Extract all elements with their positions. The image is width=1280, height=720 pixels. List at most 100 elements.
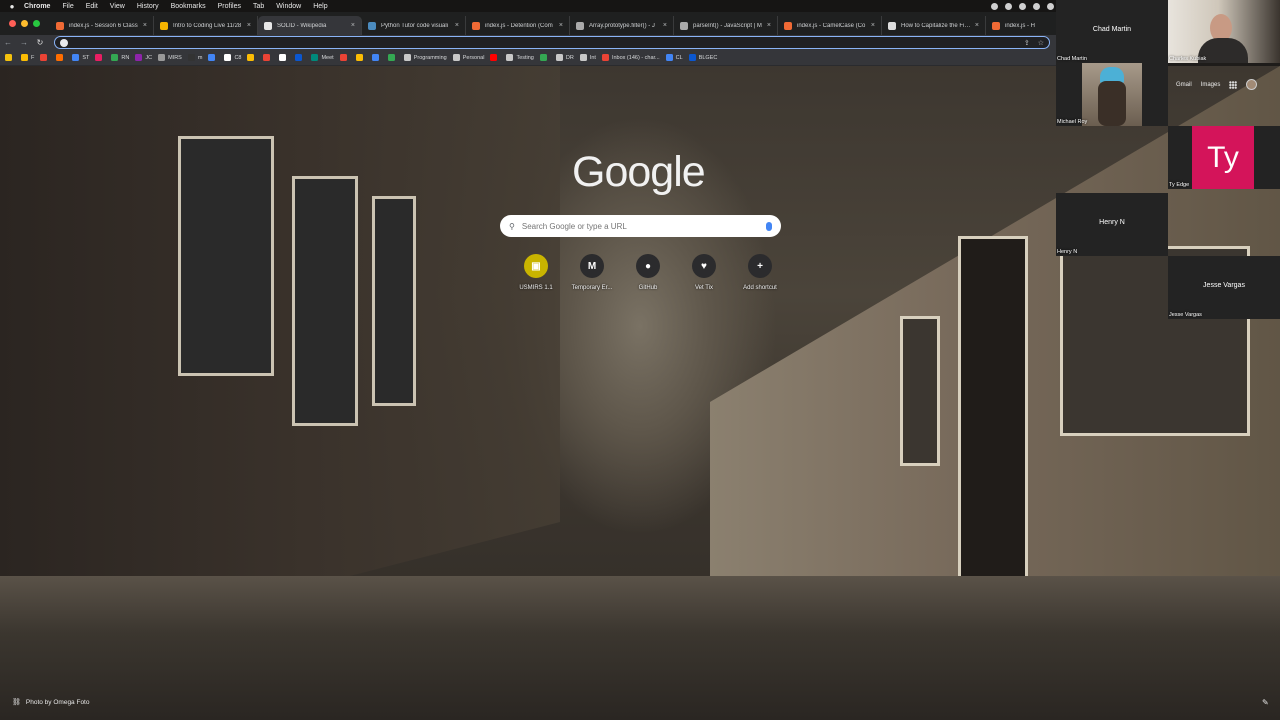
bookmark-item[interactable] <box>95 54 105 61</box>
minimize-window-icon[interactable] <box>21 20 28 27</box>
menu-help[interactable]: Help <box>313 3 327 10</box>
shortcut-tile[interactable]: ▣ USMIRS 1.1 <box>508 254 564 291</box>
bookmark-item[interactable]: m <box>187 54 202 61</box>
back-arrow-icon[interactable]: ← <box>0 38 16 47</box>
shortcut-tile[interactable]: ● GitHub <box>620 254 676 291</box>
tab-close-icon[interactable]: × <box>351 22 355 29</box>
bookmark-item[interactable] <box>539 54 550 61</box>
apple-icon[interactable]: ● <box>0 2 24 11</box>
photo-credit[interactable]: ⛓ Photo by Omega Foto <box>12 698 90 707</box>
menu-history[interactable]: History <box>137 3 159 10</box>
menu-app-name[interactable]: Chrome <box>24 3 50 10</box>
tab-close-icon[interactable]: × <box>975 22 979 29</box>
bookmark-item[interactable]: ST <box>72 54 89 61</box>
bookmark-favicon-icon <box>601 54 609 61</box>
bookmark-item[interactable]: Int <box>579 54 596 61</box>
bookmark-item[interactable]: C8 <box>224 54 241 61</box>
zoom-window-icon[interactable] <box>33 20 40 27</box>
menu-tab[interactable]: Tab <box>253 3 264 10</box>
bookmark-item[interactable]: JC <box>135 54 152 61</box>
images-link[interactable]: Images <box>1201 82 1221 88</box>
status-icon[interactable] <box>1005 2 1012 10</box>
bookmark-item[interactable] <box>295 54 305 61</box>
apps-grid-icon[interactable] <box>1229 80 1238 89</box>
browser-tab[interactable]: index.js - Session 6 Class × <box>50 16 154 35</box>
participant-tile-michael-roy[interactable]: Michael Roy <box>1056 63 1168 126</box>
bookmark-item[interactable]: F <box>21 54 34 61</box>
bookmark-item[interactable] <box>56 54 66 61</box>
ntp-search-input[interactable] <box>521 221 766 231</box>
browser-tab[interactable]: index.js - Detention (Com × <box>466 16 570 35</box>
menu-edit[interactable]: Edit <box>86 3 98 10</box>
tab-close-icon[interactable]: × <box>767 22 771 29</box>
status-icon[interactable] <box>991 2 998 10</box>
participant-tile-ty-edge[interactable]: Ty Ty Edge <box>1168 126 1280 189</box>
share-icon[interactable]: ⇪ <box>1024 39 1030 47</box>
participant-tile-chad-martin[interactable]: Chad Martin Chad Martin <box>1056 0 1168 63</box>
menu-file[interactable]: File <box>62 3 73 10</box>
bookmark-item[interactable] <box>339 54 350 61</box>
participant-tile-charles-kubiak[interactable]: Charles Kubiak <box>1168 0 1280 63</box>
browser-tab[interactable]: How to Capitalize the First × <box>882 16 986 35</box>
menu-view[interactable]: View <box>110 3 125 10</box>
bookmark-item[interactable] <box>355 54 366 61</box>
tab-close-icon[interactable]: × <box>559 22 563 29</box>
tab-close-icon[interactable]: × <box>455 22 459 29</box>
close-window-icon[interactable] <box>9 20 16 27</box>
browser-tab[interactable]: SOLID - Wikipedia × <box>258 16 362 35</box>
participant-tile-jesse-vargas[interactable]: Jesse Vargas Jesse Vargas <box>1168 256 1280 319</box>
bookmark-star-icon[interactable]: ☆ <box>1038 39 1044 47</box>
gmail-link[interactable]: Gmail <box>1176 82 1192 88</box>
bookmark-item[interactable]: Inbox (146) - char... <box>601 54 660 61</box>
menu-profiles[interactable]: Profiles <box>218 3 241 10</box>
status-icon[interactable] <box>1019 2 1026 10</box>
bookmark-item[interactable]: Testing <box>506 54 534 61</box>
bookmark-item[interactable]: BLGEC <box>688 54 717 61</box>
bookmark-item[interactable] <box>208 54 218 61</box>
browser-tab[interactable]: Intro to Coding Live 11/28 × <box>154 16 258 35</box>
bookmark-favicon-icon <box>403 54 411 61</box>
bookmark-item[interactable]: Meet <box>311 54 334 61</box>
bookmark-item[interactable] <box>371 54 382 61</box>
browser-tab[interactable]: index.js - CamelCase (Co × <box>778 16 882 35</box>
profile-avatar[interactable] <box>1246 79 1258 90</box>
shortcut-tile[interactable]: ♥ Vet Tix <box>676 254 732 291</box>
bookmark-item[interactable] <box>279 54 289 61</box>
address-bar[interactable]: ⇪ ☆ <box>54 36 1050 49</box>
bookmark-item[interactable]: Personal <box>452 54 484 61</box>
bookmark-item[interactable]: CL <box>665 54 683 61</box>
tab-close-icon[interactable]: × <box>871 22 875 29</box>
bookmark-item[interactable] <box>263 54 273 61</box>
reload-icon[interactable]: ↻ <box>32 38 48 47</box>
tab-favicon-icon <box>576 21 584 30</box>
bookmark-item[interactable] <box>247 54 257 61</box>
tab-close-icon[interactable]: × <box>143 22 147 29</box>
bookmark-item[interactable]: MIRS <box>158 54 182 61</box>
browser-tab[interactable]: parseInt() - JavaScript | M × <box>674 16 778 35</box>
bookmark-item[interactable] <box>490 54 500 61</box>
photo-credit-text[interactable]: Photo by Omega Foto <box>26 699 90 706</box>
bookmark-item[interactable] <box>40 54 50 61</box>
forward-arrow-icon[interactable]: → <box>16 38 32 47</box>
customize-pencil-icon[interactable]: ✎ <box>1262 698 1269 707</box>
browser-tab[interactable]: Python Tutor code visuali × <box>362 16 466 35</box>
tab-close-icon[interactable]: × <box>663 22 667 29</box>
shortcut-tile[interactable]: + Add shortcut <box>732 254 788 291</box>
participant-tile-henry-n[interactable]: Henry N Henry N <box>1056 193 1168 256</box>
bookmark-item[interactable] <box>387 54 398 61</box>
menu-window[interactable]: Window <box>276 3 301 10</box>
shortcut-tile[interactable]: M Temporary Er... <box>564 254 620 291</box>
status-icon[interactable] <box>1033 2 1040 10</box>
bookmark-item[interactable] <box>5 54 15 61</box>
status-icon[interactable] <box>1047 2 1054 10</box>
bookmark-item[interactable]: DR <box>555 54 574 61</box>
menu-bookmarks[interactable]: Bookmarks <box>171 3 206 10</box>
microphone-icon[interactable] <box>766 221 772 231</box>
address-input[interactable] <box>74 39 1024 46</box>
tab-close-icon[interactable]: × <box>247 22 251 29</box>
bookmark-item[interactable]: Programming <box>403 54 447 61</box>
browser-tab[interactable]: Array.prototype.filter() - J × <box>570 16 674 35</box>
tab-strip: index.js - Session 6 Class × Intro to Codi… <box>0 12 1090 35</box>
ntp-search-box[interactable]: ⚲ <box>500 215 781 237</box>
bookmark-item[interactable]: RN <box>111 54 129 61</box>
